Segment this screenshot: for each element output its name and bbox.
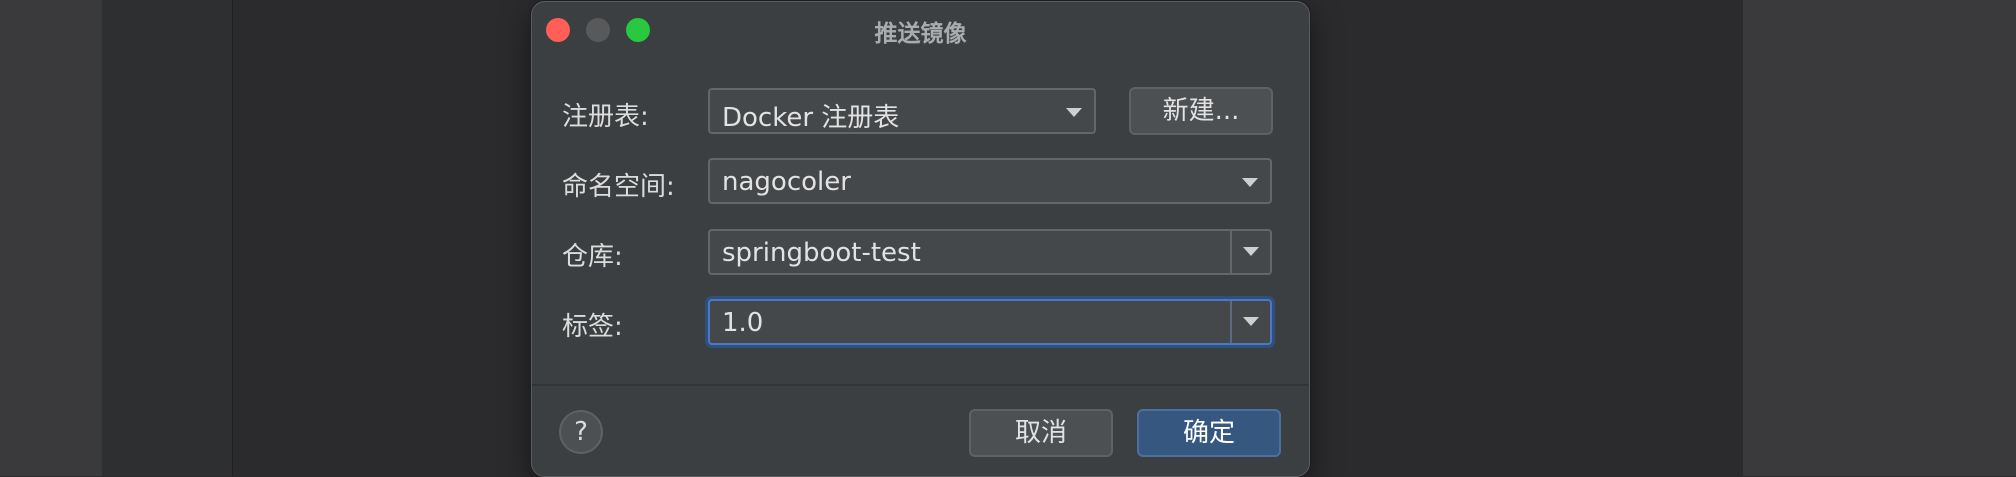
- chevron-down-icon: [1243, 317, 1259, 326]
- tag-combobox[interactable]: 1.0: [708, 299, 1272, 345]
- background-tool-panel: [102, 0, 233, 476]
- repository-combobox[interactable]: springboot-test: [708, 229, 1272, 275]
- namespace-label: 命名空间:: [562, 172, 675, 202]
- cancel-button[interactable]: 取消: [969, 409, 1113, 457]
- registry-label: 注册表:: [562, 102, 649, 132]
- registry-select[interactable]: Docker 注册表: [708, 88, 1096, 134]
- help-button[interactable]: ?: [559, 410, 603, 454]
- namespace-select-value: nagocoler: [722, 167, 851, 197]
- tag-dropdown-button[interactable]: [1230, 301, 1270, 343]
- background-right-strip: [1743, 0, 2016, 476]
- repository-dropdown-button[interactable]: [1230, 231, 1270, 273]
- repository-input-value: springboot-test: [722, 238, 921, 268]
- namespace-select[interactable]: nagocoler: [708, 158, 1272, 204]
- ok-button[interactable]: 确定: [1137, 409, 1281, 457]
- dialog-titlebar: 推送镜像: [532, 2, 1309, 54]
- dialog-title: 推送镜像: [874, 21, 967, 47]
- footer-divider: [532, 384, 1309, 386]
- chevron-down-icon: [1243, 247, 1259, 256]
- chevron-down-icon: [1066, 108, 1082, 117]
- registry-select-value: Docker 注册表: [722, 103, 900, 133]
- new-registry-button[interactable]: 新建...: [1129, 87, 1273, 135]
- chevron-down-icon: [1242, 178, 1258, 187]
- push-image-dialog: 推送镜像 注册表: Docker 注册表 新建... 命名空间: nagocol…: [531, 1, 1310, 477]
- tag-input-value: 1.0: [722, 308, 764, 338]
- background-left-strip: [0, 0, 102, 476]
- tag-label: 标签:: [562, 312, 623, 342]
- repository-label: 仓库:: [562, 242, 623, 272]
